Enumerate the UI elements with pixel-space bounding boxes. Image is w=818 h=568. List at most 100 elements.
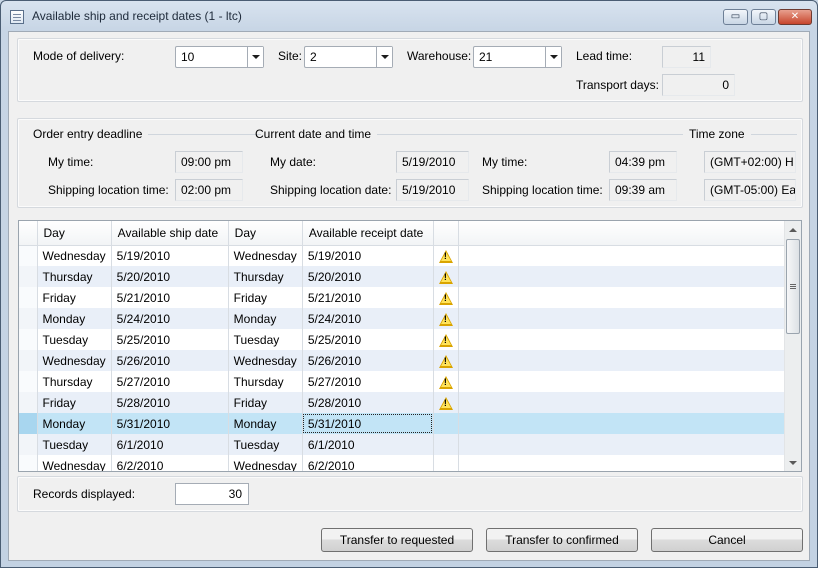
ship-day-cell: Wednesday bbox=[37, 455, 112, 471]
records-group: Records displayed: 30 bbox=[17, 476, 803, 512]
window-title: Available ship and receipt dates (1 - lt… bbox=[32, 9, 242, 23]
scroll-up-icon[interactable] bbox=[785, 221, 801, 238]
table-row[interactable]: Tuesday 6/1/2010 Tuesday 6/1/2010 bbox=[19, 434, 793, 455]
scroll-thumb[interactable] bbox=[786, 239, 800, 334]
receipt-day-cell: Wednesday bbox=[228, 350, 303, 371]
warning-cell bbox=[433, 245, 459, 266]
receipt-day-cell: Wednesday bbox=[228, 455, 303, 471]
maximize-button[interactable]: ▢ bbox=[751, 9, 776, 25]
grip-icon bbox=[790, 286, 796, 287]
row-selector[interactable] bbox=[19, 392, 38, 413]
receipt-day-cell: Friday bbox=[228, 392, 303, 413]
shipping-time-zone-field: (GMT-05:00) Ea bbox=[704, 179, 796, 201]
column-header-ship-date[interactable]: Available ship date bbox=[111, 221, 229, 246]
filler-cell bbox=[458, 392, 793, 413]
table-row[interactable]: Friday 5/28/2010 Friday 5/28/2010 bbox=[19, 392, 793, 413]
ship-day-cell: Thursday bbox=[37, 371, 112, 392]
ship-date-cell: 5/19/2010 bbox=[111, 245, 229, 266]
receipt-date-cell: 6/1/2010 bbox=[302, 434, 434, 455]
close-button[interactable]: ✕ bbox=[778, 9, 812, 25]
chevron-down-icon[interactable] bbox=[247, 47, 263, 67]
receipt-date-cell: 5/25/2010 bbox=[302, 329, 434, 350]
title-bar[interactable]: Available ship and receipt dates (1 - lt… bbox=[1, 1, 817, 31]
ship-date-cell: 6/1/2010 bbox=[111, 434, 229, 455]
row-selector[interactable] bbox=[19, 371, 38, 392]
deadline-my-time-field: 09:00 pm bbox=[175, 151, 243, 173]
section-divider bbox=[148, 133, 261, 135]
row-selector[interactable] bbox=[19, 287, 38, 308]
ship-day-cell: Friday bbox=[37, 287, 112, 308]
time-zone-heading: Time zone bbox=[689, 127, 797, 141]
mode-of-delivery-combo[interactable]: 10 bbox=[175, 46, 264, 68]
dates-grid[interactable]: Day Available ship date Day Available re… bbox=[18, 220, 802, 472]
ship-day-cell: Monday bbox=[37, 413, 112, 434]
chevron-down-icon[interactable] bbox=[545, 47, 561, 67]
current-date-time-heading: Current date and time bbox=[255, 127, 683, 141]
warning-cell bbox=[433, 329, 459, 350]
dates-table: Day Available ship date Day Available re… bbox=[19, 221, 793, 471]
ship-day-cell: Thursday bbox=[37, 266, 112, 287]
receipt-day-cell: Thursday bbox=[228, 266, 303, 287]
table-row[interactable]: Wednesday 5/19/2010 Wednesday 5/19/2010 bbox=[19, 245, 793, 266]
table-row[interactable]: Monday 5/31/2010 Monday 5/31/2010 bbox=[19, 413, 793, 434]
filler-cell bbox=[458, 434, 793, 455]
warehouse-combo[interactable]: 21 bbox=[473, 46, 562, 68]
ship-day-cell: Tuesday bbox=[37, 329, 112, 350]
table-row[interactable]: Friday 5/21/2010 Friday 5/21/2010 bbox=[19, 287, 793, 308]
records-displayed-input[interactable]: 30 bbox=[175, 483, 249, 505]
my-time-zone-field: (GMT+02:00) H bbox=[704, 151, 796, 173]
deadline-my-time-label: My time: bbox=[48, 155, 94, 169]
warning-cell bbox=[433, 350, 459, 371]
my-date-field: 5/19/2010 bbox=[396, 151, 469, 173]
warning-cell bbox=[433, 371, 459, 392]
ship-day-cell: Tuesday bbox=[37, 434, 112, 455]
column-header-receipt-day[interactable]: Day bbox=[228, 221, 303, 246]
grid-vertical-scrollbar[interactable] bbox=[784, 221, 801, 471]
row-selector[interactable] bbox=[19, 413, 38, 434]
warehouse-label: Warehouse: bbox=[407, 49, 472, 63]
row-selector[interactable] bbox=[19, 266, 38, 287]
table-row[interactable]: Wednesday 6/2/2010 Wednesday 6/2/2010 bbox=[19, 455, 793, 471]
row-selector[interactable] bbox=[19, 455, 38, 471]
table-row[interactable]: Thursday 5/20/2010 Thursday 5/20/2010 bbox=[19, 266, 793, 287]
cancel-button[interactable]: Cancel bbox=[651, 528, 803, 552]
minimize-button[interactable]: ▭ bbox=[723, 9, 748, 25]
row-selector-header[interactable] bbox=[19, 221, 38, 246]
warning-cell bbox=[433, 455, 459, 471]
grid-header-row: Day Available ship date Day Available re… bbox=[19, 221, 793, 246]
row-selector[interactable] bbox=[19, 434, 38, 455]
dialog-window: Available ship and receipt dates (1 - lt… bbox=[0, 0, 818, 568]
filler-cell bbox=[458, 245, 793, 266]
receipt-day-cell: Friday bbox=[228, 287, 303, 308]
site-combo[interactable]: 2 bbox=[304, 46, 393, 68]
receipt-date-cell: 5/31/2010 bbox=[302, 413, 434, 434]
row-selector[interactable] bbox=[19, 329, 38, 350]
warning-cell bbox=[433, 266, 459, 287]
filler-cell bbox=[458, 308, 793, 329]
warehouse-value: 21 bbox=[479, 50, 493, 64]
delivery-group: Mode of delivery: 10 Site: 2 Warehouse: … bbox=[17, 38, 803, 102]
column-header-receipt-date[interactable]: Available receipt date bbox=[302, 221, 434, 246]
warning-cell bbox=[433, 413, 459, 434]
table-row[interactable]: Wednesday 5/26/2010 Wednesday 5/26/2010 bbox=[19, 350, 793, 371]
grid-body: Wednesday5/19/2010Wednesday5/19/2010Thur… bbox=[19, 245, 793, 471]
table-row[interactable]: Tuesday 5/25/2010 Tuesday 5/25/2010 bbox=[19, 329, 793, 350]
transfer-to-requested-button[interactable]: Transfer to requested bbox=[321, 528, 473, 552]
transport-days-field: 0 bbox=[662, 74, 735, 96]
warning-icon bbox=[438, 312, 453, 326]
row-selector[interactable] bbox=[19, 245, 38, 266]
warning-icon bbox=[438, 354, 453, 368]
ship-date-cell: 5/31/2010 bbox=[111, 413, 229, 434]
row-selector[interactable] bbox=[19, 350, 38, 371]
row-selector[interactable] bbox=[19, 308, 38, 329]
chevron-down-icon[interactable] bbox=[376, 47, 392, 67]
column-header-warning[interactable] bbox=[433, 221, 459, 246]
site-label: Site: bbox=[278, 49, 303, 63]
receipt-day-cell: Tuesday bbox=[228, 434, 303, 455]
transfer-to-confirmed-button[interactable]: Transfer to confirmed bbox=[486, 528, 638, 552]
table-row[interactable]: Monday 5/24/2010 Monday 5/24/2010 bbox=[19, 308, 793, 329]
scroll-down-icon[interactable] bbox=[785, 454, 801, 471]
table-row[interactable]: Thursday 5/27/2010 Thursday 5/27/2010 bbox=[19, 371, 793, 392]
column-header-ship-day[interactable]: Day bbox=[37, 221, 112, 246]
receipt-day-cell: Monday bbox=[228, 308, 303, 329]
